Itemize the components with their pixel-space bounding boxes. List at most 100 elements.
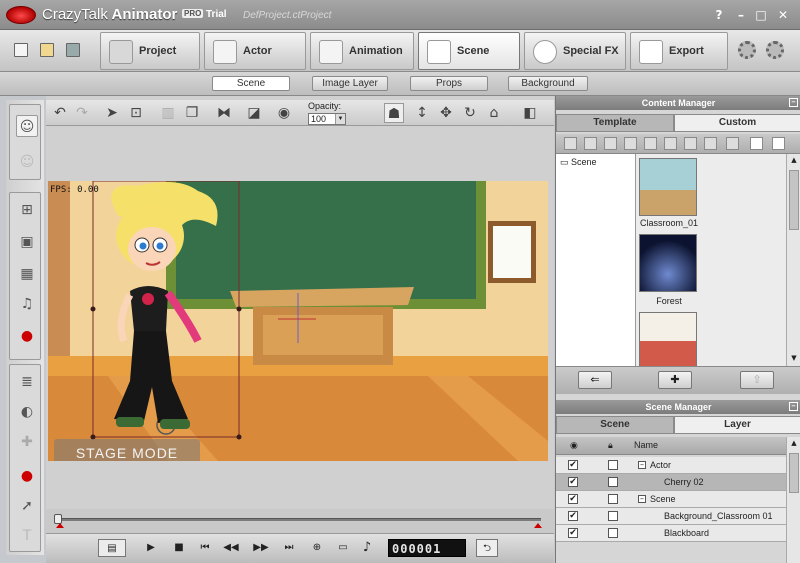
lock-checkbox[interactable] [608,477,618,487]
scroll-up-icon[interactable]: ▲ [789,439,799,449]
plugin-gear-icon[interactable] [738,41,756,59]
end-marker-icon[interactable] [534,523,542,528]
scroll-up-icon[interactable]: ▲ [789,156,799,166]
add-content-button[interactable]: ✚ [658,371,692,389]
speech-record-icon[interactable]: ● [16,325,38,347]
duplicate-icon[interactable]: ❐ [182,103,202,123]
start-marker-icon[interactable] [56,523,64,528]
portrait-icon[interactable]: ▣ [16,231,38,253]
visible-checkbox[interactable]: ✔ [568,511,578,521]
scene-row[interactable]: ✔ – Scene [556,491,786,508]
visibility-eye-icon[interactable]: ◉ [274,103,294,123]
scene-row[interactable]: ✔ Blackboard [556,525,786,542]
mode-button-export[interactable]: Export [630,32,728,70]
layer-order-icon[interactable]: ◪ [244,103,264,123]
content-scrollbar[interactable]: ▲ ▼ [786,154,800,366]
thumbnail-room[interactable] [639,312,697,366]
camera-view-icon[interactable]: ☗ [384,103,404,123]
lock-checkbox[interactable] [608,460,618,470]
rewind-icon[interactable]: ◀◀ [222,539,240,557]
save-content-button[interactable]: ⇧ [740,371,774,389]
stage-canvas[interactable]: FPS: 0.00 STAGE MODE [48,181,548,461]
minimize-panel-icon[interactable]: – [789,98,798,107]
paste-icon[interactable] [624,137,637,150]
collapse-icon[interactable]: – [638,461,646,469]
stop-icon[interactable]: ■ [170,539,188,557]
open-folder-icon[interactable] [40,43,54,57]
mode-button-animation[interactable]: Animation [310,32,414,70]
image-layer-icon[interactable]: ▦ [16,263,38,285]
scroll-down-icon[interactable]: ▼ [789,354,799,364]
refresh-icon[interactable] [684,137,697,150]
visible-checkbox[interactable]: ✔ [568,460,578,470]
move-vertical-icon[interactable]: ↕ [412,103,432,123]
lock-checkbox[interactable] [608,528,618,538]
preview-sound-icon[interactable]: ◧ [520,103,540,123]
import-icon[interactable] [704,137,717,150]
subtab-props[interactable]: Props [410,76,488,91]
thumbnail-view-icon[interactable] [750,137,763,150]
visible-checkbox[interactable]: ✔ [568,494,578,504]
actor-person-icon[interactable]: ☺ [16,115,38,137]
music-note-icon[interactable]: ♪ [358,539,376,557]
back-arrow-icon[interactable]: ⮌ [476,539,498,557]
cut-icon[interactable] [584,137,597,150]
subtab-background[interactable]: Background [508,76,588,91]
thumbnail-classroom[interactable] [639,158,697,216]
transform-arrow-icon[interactable]: ➚ [16,495,38,517]
scroll-thumb[interactable] [789,170,799,230]
first-frame-icon[interactable]: ⏮ [196,539,214,557]
subtitle-icon[interactable]: ▭ [334,539,352,557]
thumbnail-forest[interactable] [639,234,697,292]
add-actor-icon[interactable]: ⊞ [16,199,38,221]
scene-row[interactable]: ✔ Cherry 02 [556,474,786,491]
mode-button-actor[interactable]: Actor [204,32,306,70]
tree-item-scene[interactable]: ▭ Scene [560,157,597,168]
subtab-scene[interactable]: Scene [212,76,290,91]
frame-counter[interactable]: 000001 [388,539,466,557]
last-frame-icon[interactable]: ⏭ [280,539,298,557]
visible-checkbox[interactable]: ✔ [568,528,578,538]
transform-box-icon[interactable]: ⊡ [126,103,146,123]
collapse-icon[interactable]: – [638,495,646,503]
scroll-thumb[interactable] [789,453,799,493]
record-icon[interactable]: ● [16,465,38,487]
prop-person-icon[interactable]: ☺ [16,151,38,173]
chevron-down-icon[interactable]: ▼ [335,114,345,124]
undo-icon[interactable]: ↶ [50,103,70,123]
mode-button-scene[interactable]: Scene [418,32,520,70]
timeline-track[interactable] [56,518,541,521]
redo-icon[interactable]: ↷ [72,103,92,123]
flip-icon[interactable]: ⧓ [214,103,234,123]
new-file-icon[interactable] [14,43,28,57]
delete-icon[interactable] [644,137,657,150]
scene-row[interactable]: ✔ – Actor [556,457,786,474]
home-icon[interactable]: ⌂ [484,103,504,123]
visible-checkbox[interactable]: ✔ [568,477,578,487]
play-icon[interactable]: ▶ [142,539,160,557]
align-icon[interactable]: ▥ [158,103,178,123]
script-list-icon[interactable]: ≣ [16,371,38,393]
new-folder-icon[interactable] [564,137,577,150]
timeline-toggle-icon[interactable]: ▤ [98,539,126,557]
select-arrow-icon[interactable]: ➤ [102,103,122,123]
tab-scene[interactable]: Scene [556,416,674,434]
music-note-icon[interactable]: ♫ [16,293,38,315]
fast-forward-icon[interactable]: ▶▶ [252,539,270,557]
tab-layer[interactable]: Layer [674,416,800,434]
mode-button-project[interactable]: Project [100,32,200,70]
rotate-icon[interactable]: ↻ [460,103,480,123]
minimize-button[interactable]: – [734,8,748,22]
search-icon[interactable] [772,137,785,150]
maximize-button[interactable]: □ [754,8,768,22]
move-all-icon[interactable]: ✥ [436,103,456,123]
apply-content-button[interactable]: ⇐ [578,371,612,389]
folder-view-icon[interactable] [726,137,739,150]
copy-icon[interactable] [604,137,617,150]
disabled-tool-icon[interactable]: ✚ [16,431,38,453]
close-button[interactable]: ✕ [776,8,790,22]
tab-template[interactable]: Template [556,114,674,132]
save-disk-icon[interactable] [66,43,80,57]
mode-button-special-fx[interactable]: Special FX [524,32,626,70]
minimize-panel-icon[interactable]: – [789,402,798,411]
